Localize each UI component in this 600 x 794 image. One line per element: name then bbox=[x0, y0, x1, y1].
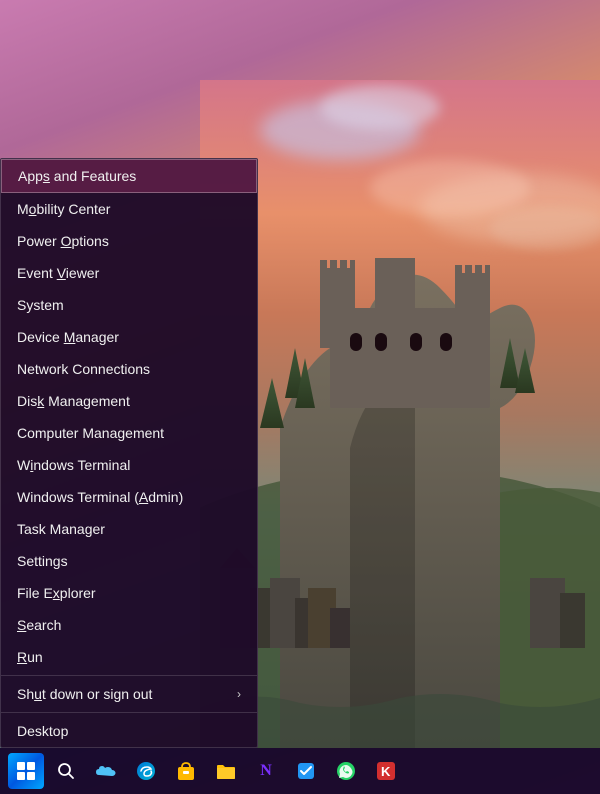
menu-item-desktop[interactable]: Desktop bbox=[1, 715, 257, 747]
start-button[interactable] bbox=[8, 753, 44, 789]
onenote-label: N bbox=[260, 762, 272, 780]
taskbar-edge-button[interactable] bbox=[128, 753, 164, 789]
menu-item-windows-terminal[interactable]: Windows Terminal bbox=[1, 449, 257, 481]
search-icon bbox=[57, 762, 75, 780]
submenu-arrow-icon: › bbox=[237, 687, 241, 701]
desktop-wallpaper bbox=[200, 80, 600, 748]
taskbar-onenote-button[interactable]: N bbox=[248, 753, 284, 789]
taskbar-search-button[interactable] bbox=[48, 753, 84, 789]
folder-icon bbox=[216, 762, 236, 780]
context-menu: Apps and Features Mobility Center Power … bbox=[0, 158, 258, 748]
taskbar-whatsapp-button[interactable] bbox=[328, 753, 364, 789]
menu-item-device-manager[interactable]: Device Manager bbox=[1, 321, 257, 353]
windows-logo-icon bbox=[17, 762, 35, 780]
menu-item-file-explorer[interactable]: File Explorer bbox=[1, 577, 257, 609]
menu-item-network-connections[interactable]: Network Connections bbox=[1, 353, 257, 385]
menu-item-windows-terminal-admin[interactable]: Windows Terminal (Admin) bbox=[1, 481, 257, 513]
extra-app-icon: K bbox=[376, 761, 396, 781]
menu-item-settings[interactable]: Settings bbox=[1, 545, 257, 577]
menu-item-shutdown[interactable]: Shut down or sign out › bbox=[1, 678, 257, 710]
menu-item-event-viewer[interactable]: Event Viewer bbox=[1, 257, 257, 289]
edge-icon bbox=[136, 761, 156, 781]
menu-item-power-options[interactable]: Power Options bbox=[1, 225, 257, 257]
menu-divider bbox=[1, 675, 257, 676]
todo-icon bbox=[297, 762, 315, 780]
menu-item-computer-management[interactable]: Computer Management bbox=[1, 417, 257, 449]
menu-item-system[interactable]: System bbox=[1, 289, 257, 321]
svg-text:K: K bbox=[381, 764, 391, 779]
taskbar: N K bbox=[0, 748, 600, 794]
whatsapp-icon bbox=[336, 761, 356, 781]
menu-item-run[interactable]: Run bbox=[1, 641, 257, 673]
taskbar-store-button[interactable] bbox=[168, 753, 204, 789]
menu-item-apps-features[interactable]: Apps and Features bbox=[1, 159, 257, 193]
menu-item-label: Apps and Features bbox=[18, 168, 136, 184]
menu-item-mobility-center[interactable]: Mobility Center bbox=[1, 193, 257, 225]
taskbar-explorer-button[interactable] bbox=[208, 753, 244, 789]
menu-item-task-manager[interactable]: Task Manager bbox=[1, 513, 257, 545]
taskbar-todo-button[interactable] bbox=[288, 753, 324, 789]
menu-item-search[interactable]: Search bbox=[1, 609, 257, 641]
taskbar-extra-button[interactable]: K bbox=[368, 753, 404, 789]
taskbar-onedrive-button[interactable] bbox=[88, 753, 124, 789]
store-icon bbox=[177, 761, 195, 781]
menu-item-disk-management[interactable]: Disk Management bbox=[1, 385, 257, 417]
onedrive-icon bbox=[95, 763, 117, 779]
menu-divider-2 bbox=[1, 712, 257, 713]
